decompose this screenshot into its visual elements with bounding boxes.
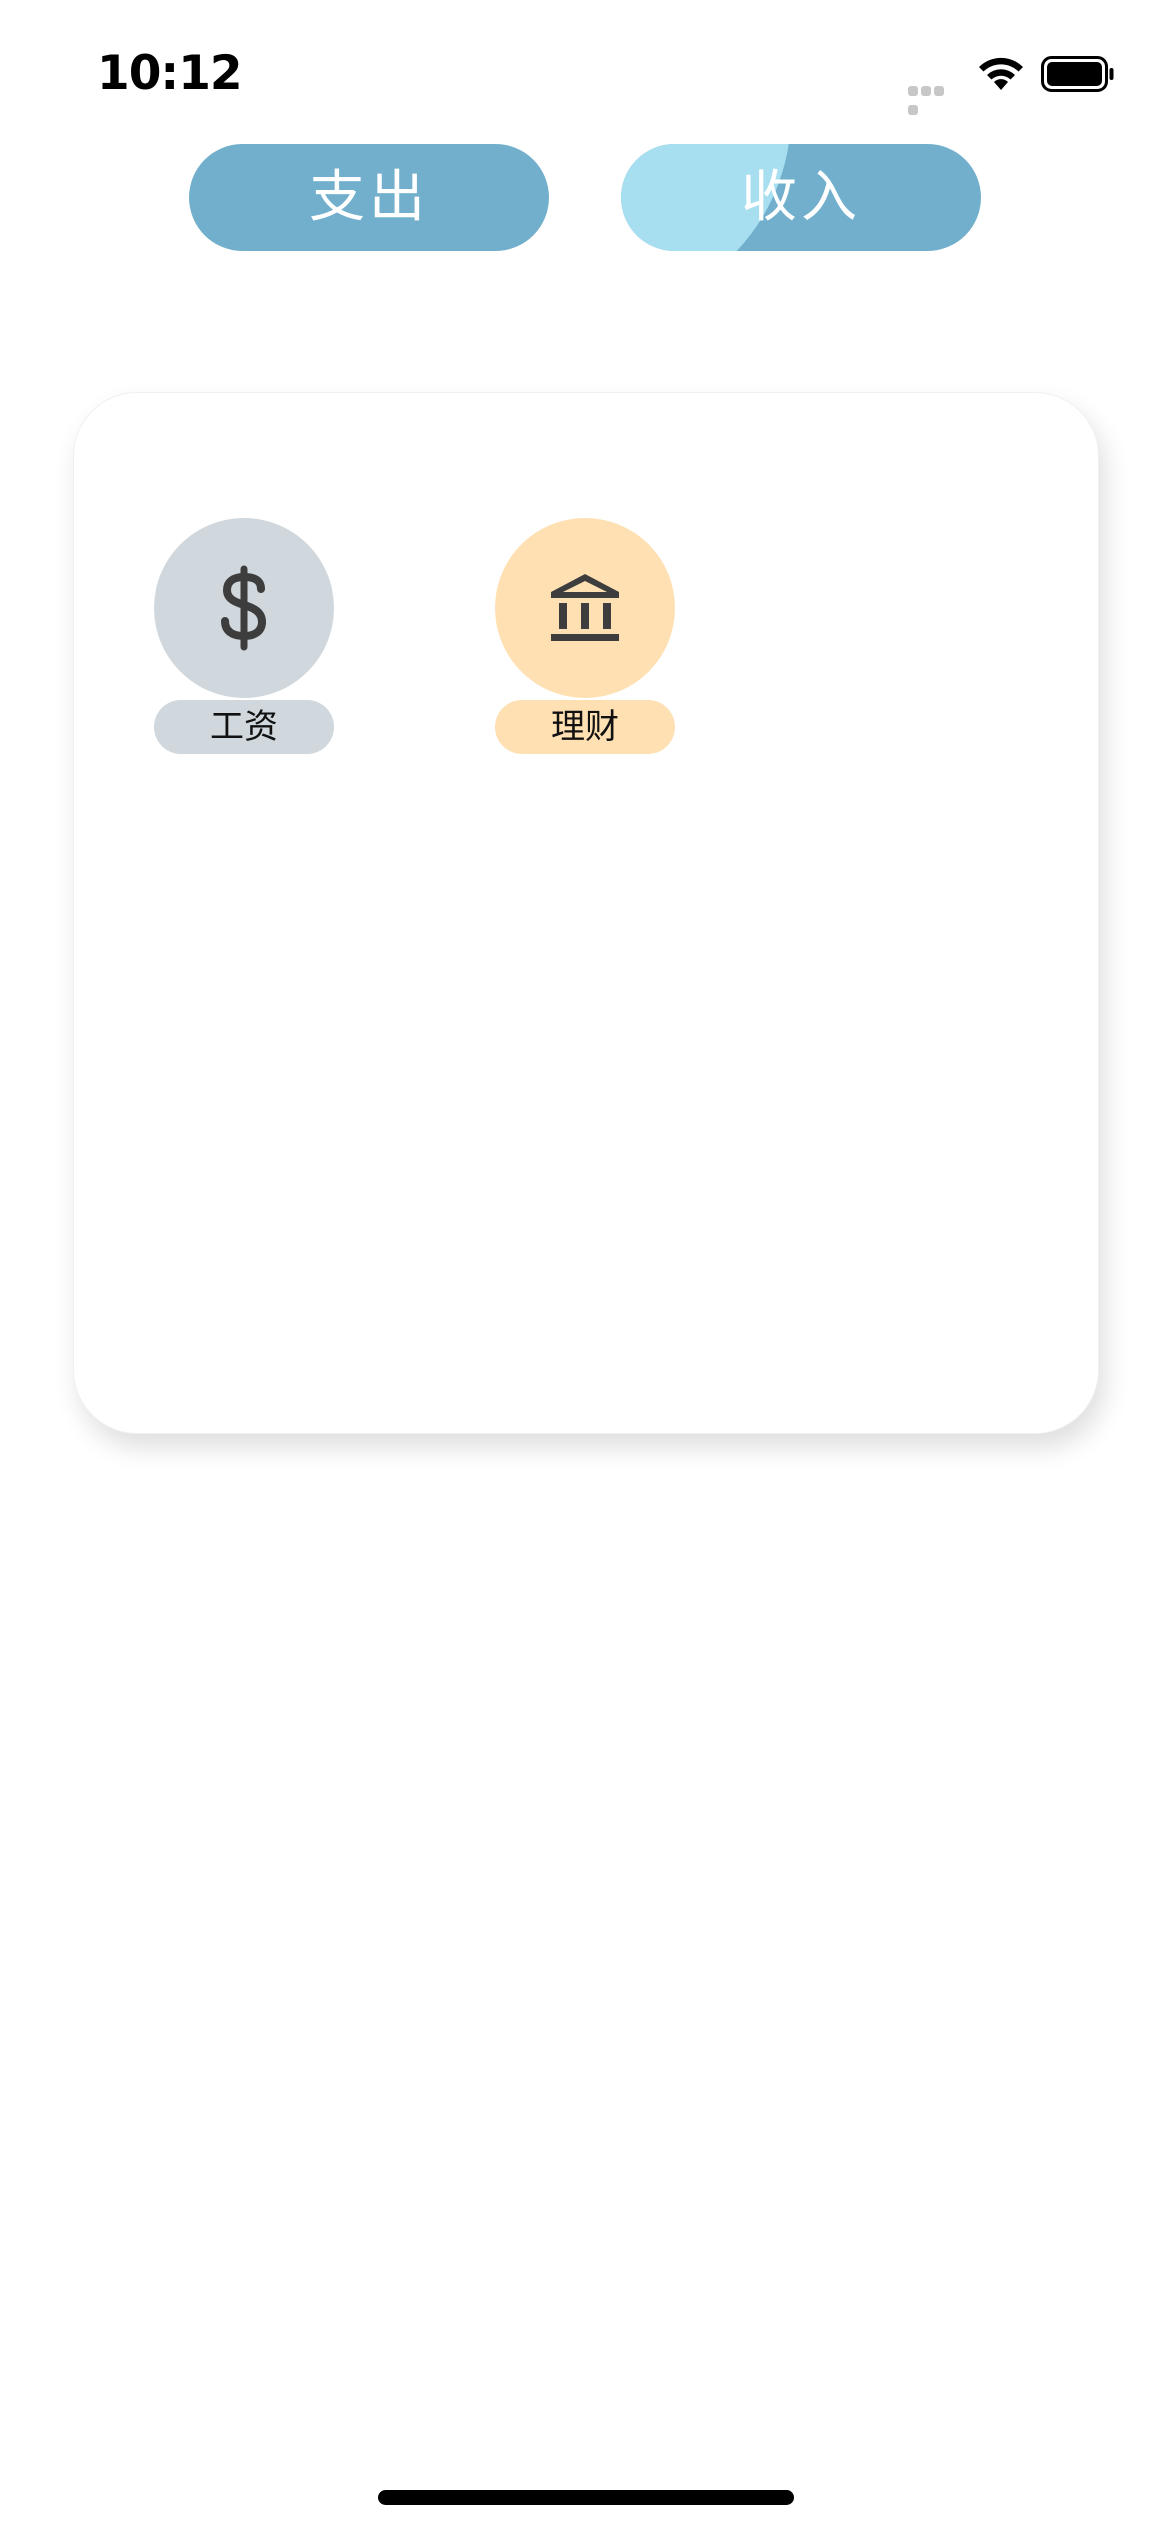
wifi-icon: [979, 57, 1023, 90]
cellular-signal-icon: [908, 81, 958, 115]
home-indicator[interactable]: [378, 2490, 794, 2505]
expense-tab-label: 支出: [309, 165, 429, 230]
category-card: 工资 理财: [73, 392, 1099, 1434]
screen: 10:12 支出 收入 工资 理财: [0, 0, 1170, 2532]
category-label: 理财: [495, 700, 675, 754]
category-label: 工资: [154, 700, 334, 754]
bank-icon: [551, 574, 619, 641]
expense-tab-button[interactable]: 支出: [189, 144, 549, 251]
category-item-investment[interactable]: 理财: [495, 518, 675, 754]
category-icon-circle: [154, 518, 334, 698]
income-tab-button[interactable]: 收入: [621, 144, 981, 251]
income-tab-label: 收入: [741, 165, 861, 230]
dollar-icon: [221, 565, 267, 651]
category-item-salary[interactable]: 工资: [154, 518, 334, 754]
status-time: 10:12: [97, 46, 243, 101]
category-icon-circle: [495, 518, 675, 698]
battery-icon: [1041, 56, 1114, 92]
